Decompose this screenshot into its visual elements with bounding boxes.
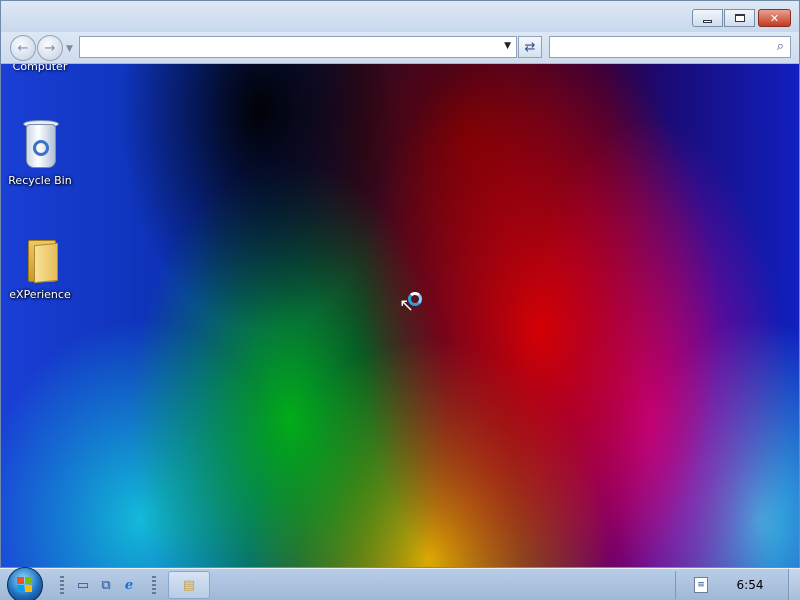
taskbar-window-button[interactable]: ▤ bbox=[168, 571, 210, 599]
toolbar-grip[interactable] bbox=[60, 576, 64, 594]
recycle-bin-icon bbox=[18, 120, 62, 168]
forward-arrow-icon: → bbox=[44, 40, 56, 56]
refresh-button[interactable]: ⇄ bbox=[518, 36, 542, 58]
address-input[interactable] bbox=[80, 38, 516, 58]
minimize-button[interactable] bbox=[692, 9, 723, 27]
refresh-icon: ⇄ bbox=[524, 39, 536, 55]
search-input[interactable] bbox=[550, 38, 790, 58]
show-desktop-icon[interactable]: ▭ bbox=[74, 577, 92, 593]
clock[interactable]: 6:54 bbox=[730, 578, 770, 592]
minimize-icon bbox=[703, 19, 712, 23]
back-arrow-icon: ← bbox=[17, 40, 29, 56]
recent-pages-dropdown-icon[interactable]: ▼ bbox=[66, 44, 73, 54]
forward-button[interactable]: → bbox=[37, 35, 63, 61]
maximize-icon bbox=[734, 14, 745, 22]
chevron-down-icon[interactable]: ▼ bbox=[504, 41, 511, 51]
explorer-window-icon: ▤ bbox=[182, 577, 196, 593]
navigation-bar: ← → ▼ ▼ ⇄ ⌕ bbox=[0, 32, 800, 64]
window-titlebar[interactable]: ✕ bbox=[0, 0, 800, 32]
internet-explorer-icon[interactable]: e bbox=[120, 577, 138, 593]
busy-spinner-icon bbox=[408, 292, 422, 306]
desktop-icon-experience-folder[interactable]: eXPerience bbox=[4, 234, 76, 301]
tray-divider bbox=[675, 571, 676, 599]
desktop-icon-label: eXPerience bbox=[9, 288, 71, 301]
search-box[interactable]: ⌕ bbox=[549, 36, 791, 58]
back-button[interactable]: ← bbox=[10, 35, 36, 61]
document-icon[interactable]: ≡ bbox=[694, 577, 708, 593]
search-icon[interactable]: ⌕ bbox=[777, 39, 784, 54]
close-icon: ✕ bbox=[769, 11, 780, 25]
switch-windows-icon[interactable]: ⧉ bbox=[97, 577, 115, 593]
folder-icon bbox=[18, 234, 62, 284]
windows-flag-icon bbox=[17, 577, 33, 593]
desktop-icon-recycle-bin[interactable]: Recycle Bin bbox=[4, 120, 76, 187]
desktop-icon-label: Recycle Bin bbox=[8, 174, 72, 187]
show-desktop-button[interactable] bbox=[788, 569, 800, 600]
taskbar: ▭ ⧉ e ▤ ≡ 6:54 bbox=[0, 567, 800, 600]
close-button[interactable]: ✕ bbox=[758, 9, 791, 27]
toolbar-grip[interactable] bbox=[152, 576, 156, 594]
desktop: Computer Recycle Bin eXPerience ↖ bbox=[0, 0, 800, 568]
address-bar[interactable]: ▼ bbox=[79, 36, 517, 58]
maximize-button[interactable] bbox=[724, 9, 755, 27]
start-button[interactable] bbox=[7, 567, 43, 600]
